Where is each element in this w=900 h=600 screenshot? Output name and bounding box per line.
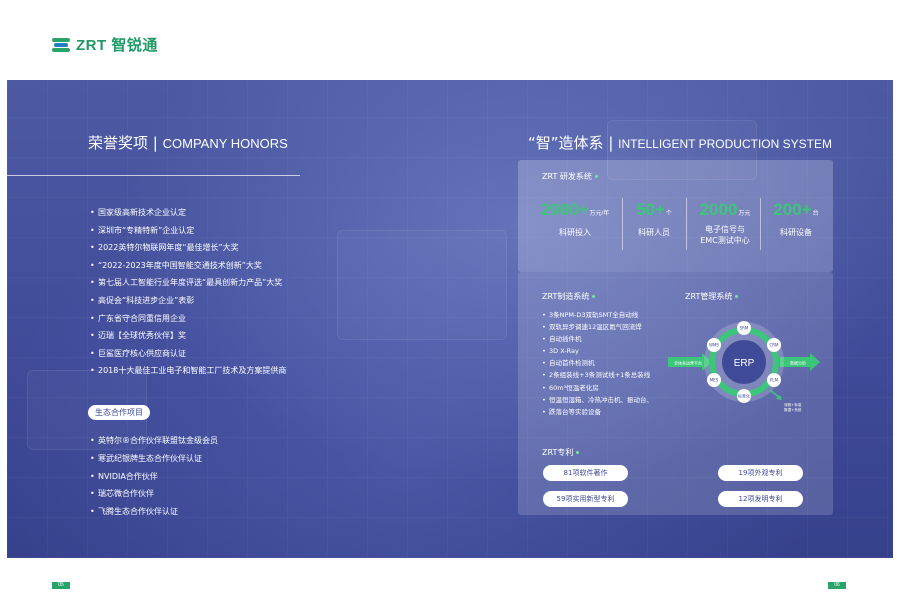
erp-center-label: ERP [734,358,755,369]
stat-label: 电子信号与 [705,225,745,234]
stat-researchers: 50+个 科研人员 [626,200,682,238]
rd-system-label: ZRT 研发系统 [542,171,598,182]
stat-value: 200+ [773,200,812,219]
stat-unit: 万元 [738,211,751,217]
erp-node-label: PLM [770,378,779,383]
list-item: 双轨异步调速12温区氮气回流焊 [542,321,653,333]
page-number-left: 05 [52,582,70,589]
stat-rd-investment: 2000+万元/年 科研投入 [536,200,614,238]
patent-label: ZRT专利 [542,447,580,458]
stat-divider [622,198,623,250]
production-title-en: INTELLIGENT PRODUCTION SYSTEM [618,137,832,151]
list-item: 巨鲨医疗核心供应商认证 [90,345,286,363]
patent-design-pill: 19项外观专利 [718,465,803,481]
list-item: 自动首件检测机 [542,357,653,369]
stat-equipment: 200+台 科研设备 [764,200,828,238]
logo-icon [52,37,70,52]
erp-node-label: SRM [740,326,749,331]
production-title-cn: “智”造体系 [528,134,604,152]
stat-value: 2000 [699,200,738,219]
stat-unit: 台 [812,211,819,217]
stat-emc-center: 2000万元 电子信号与 EMC测试中心 [690,200,760,246]
left-arrow-label: 全体系运营平台 [674,360,702,366]
list-item: 国家级高新技术企业认定 [90,204,286,222]
mgmt-note: 数据+系统 [784,407,802,412]
list-item: 2018十大最佳工业电子和智能工厂技术及方案提供商 [90,362,286,380]
list-item: 恒温恒湿箱、冷热冲击机、振动台、 [542,394,653,406]
honors-divider [7,175,300,176]
honors-title-cn: 荣誉奖项 [88,134,149,152]
production-title: “智”造体系 | INTELLIGENT PRODUCTION SYSTEM [528,132,832,153]
list-item: 寒武纪银牌生态合作伙伴认证 [90,450,218,468]
dot-icon [592,295,596,298]
brand-logo: ZRT 智锐通 [52,34,158,55]
list-item: 跌落台等实验设备 [542,406,653,418]
honors-list: 国家级高新技术企业认定 深圳市“专精特新”企业认定 2022英特尔物联网年度“最… [90,204,286,380]
dot-icon [576,451,580,454]
list-item: 3D X-Ray [542,345,653,357]
background-chip-shape [337,230,507,340]
list-item: 迈瑞【全球优秀伙伴】奖 [90,327,286,345]
eco-partner-list: 英特尔®合作伙伴联盟钛金级会员 寒武纪银牌生态合作伙伴认证 NVIDIA合作伙伴… [90,432,218,521]
dot-icon [735,295,739,298]
erp-node-label: CRM [769,343,779,348]
stat-divider [686,198,687,250]
erp-node-label: WMS [709,343,719,348]
rd-system-panel: ZRT 研发系统 2000+万元/年 科研投入 50+个 科研人员 2000万元… [518,160,833,272]
list-item: 2条组装线+3条测试线+1条总装线 [542,369,653,381]
erp-diagram: 全体系运营平台 数据分析 ERP SRM CRM PLM 标准化 MES WMS… [668,321,820,412]
stat-label: 科研设备 [780,228,812,237]
list-item: 3条NPM-D3双轨SMT全自动线 [542,309,653,321]
stat-value: 50+ [636,200,665,219]
list-item: 第七届人工智能行业年度评选“最具创新力产品”大奖 [90,274,286,292]
patent-utility-pill: 59项实用新型专利 [543,491,628,507]
mgmt-note: 流程+标准 [784,402,802,407]
logo-text: ZRT 智锐通 [76,37,158,54]
stat-unit: 万元/年 [589,211,610,217]
list-item: 自动插件机 [542,333,653,345]
stat-label: 科研投入 [559,228,591,237]
stat-unit: 个 [665,211,672,217]
stat-label: 科研人员 [638,228,670,237]
list-item: 广东省守合同重信用企业 [90,310,286,328]
title-separator: | [603,134,619,152]
mfg-system-label: ZRT制造系统 [542,291,596,302]
page-number-right: 06 [828,582,846,589]
stat-divider [760,198,761,250]
list-item: 2022英特尔物联网年度“最佳增长”大奖 [90,239,286,257]
honors-title: 荣誉奖项 | COMPANY HONORS [88,132,288,153]
list-item: 高促会“科技进步企业”表彰 [90,292,286,310]
list-item: 飞腾生态合作伙伴认证 [90,503,218,521]
eco-partnership-tag: 生态合作项目 [88,405,150,420]
erp-node-label: MES [710,378,719,383]
title-separator: | [148,134,163,152]
erp-node-label: 标准化 [738,393,750,399]
patent-software-pill: 81项软件著作 [543,465,628,481]
dot-icon [594,175,598,178]
honors-title-en: COMPANY HONORS [162,136,288,151]
list-item: “2022-2023年度中国智能交通技术创新”大奖 [90,257,286,275]
list-item: 瑞芯微合作伙伴 [90,485,218,503]
stat-label: EMC测试中心 [700,236,750,245]
list-item: 英特尔®合作伙伴联盟钛金级会员 [90,432,218,450]
patent-invention-pill: 12项发明专利 [718,491,803,507]
mgmt-system-label: ZRT管理系统 [685,291,739,302]
stat-value: 2000+ [540,200,589,219]
list-item: 深圳市“专精特新”企业认定 [90,222,286,240]
list-item: NVIDIA合作伙伴 [90,468,218,486]
manufacturing-list: 3条NPM-D3双轨SMT全自动线 双轨异步调速12温区氮气回流焊 自动插件机 … [542,309,653,418]
list-item: 60m³恒温老化房 [542,382,653,394]
right-arrow-label: 数据分析 [790,360,806,366]
